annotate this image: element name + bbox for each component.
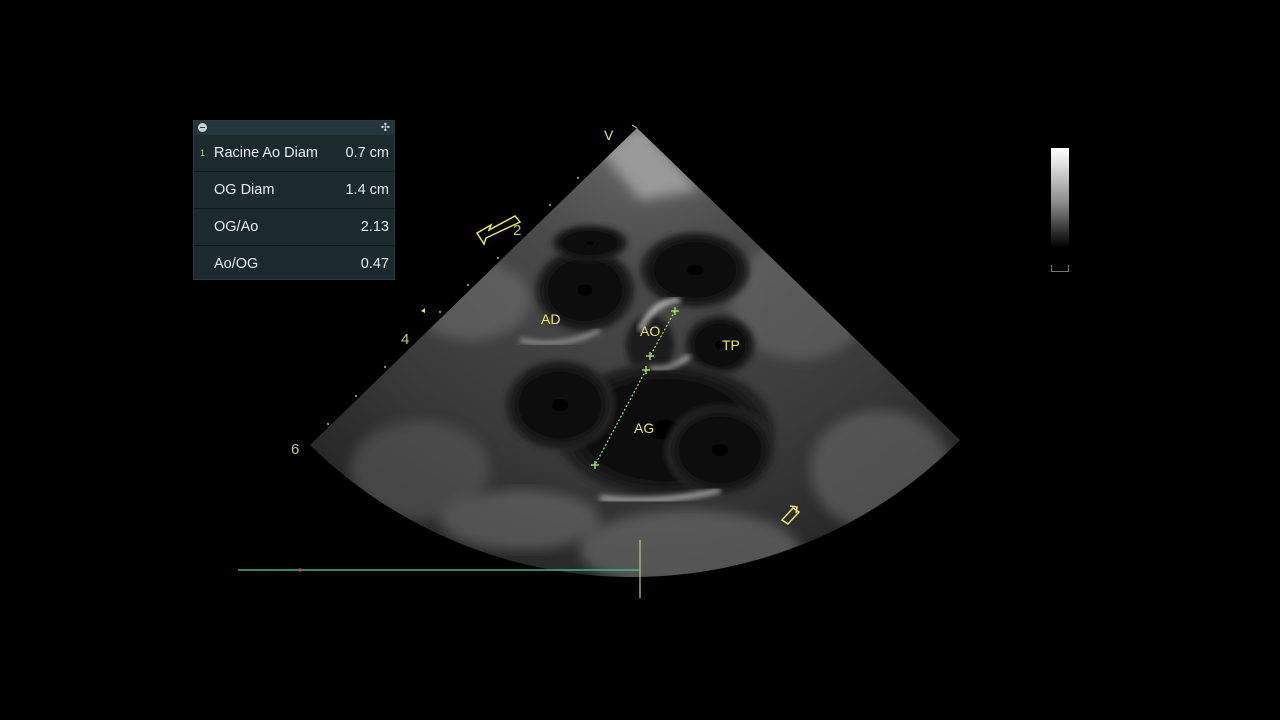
minimize-icon[interactable] xyxy=(198,123,207,132)
measurement-index: 1 xyxy=(200,148,206,158)
measurement-value: 0.47 xyxy=(360,256,389,272)
measurement-panel-header[interactable]: ✣ xyxy=(194,121,394,135)
measurement-value: 0.7 cm xyxy=(345,145,389,161)
grayscale-bar xyxy=(1051,148,1069,248)
depth-mark-2: 2 xyxy=(513,222,522,239)
measurement-row[interactable]: OG Diam 1.4 cm xyxy=(194,172,394,209)
label-ag: AG xyxy=(634,420,655,436)
label-ao: AO xyxy=(640,323,661,339)
measurement-row[interactable]: 1 Racine Ao Diam 0.7 cm xyxy=(194,135,394,172)
depth-mark-4: 4 xyxy=(401,331,410,348)
measurement-label: Ao/OG xyxy=(214,256,259,272)
measurement-label: OG Diam xyxy=(214,182,275,198)
ultrasound-screen: V 2 4 6 AD AO TP AG ✣ 1 Racine Ao Diam 0… xyxy=(0,0,1280,720)
measurement-value: 2.13 xyxy=(360,219,389,235)
measurement-row[interactable]: Ao/OG 0.47 xyxy=(194,246,394,282)
apex-marker: V xyxy=(604,127,614,143)
label-tp: TP xyxy=(722,337,740,353)
measurement-label: OG/Ao xyxy=(214,219,259,235)
measurement-panel[interactable]: ✣ 1 Racine Ao Diam 0.7 cm OG Diam 1.4 cm… xyxy=(193,120,395,280)
grayscale-bar-bracket xyxy=(1051,265,1069,272)
label-ad: AD xyxy=(541,311,561,327)
measurement-label: Racine Ao Diam xyxy=(214,145,318,161)
measurement-row[interactable]: OG/Ao 2.13 xyxy=(194,209,394,246)
depth-mark-6: 6 xyxy=(291,441,300,458)
measurement-value: 1.4 cm xyxy=(345,182,389,198)
move-icon[interactable]: ✣ xyxy=(381,121,390,135)
ultrasound-image xyxy=(238,124,960,598)
